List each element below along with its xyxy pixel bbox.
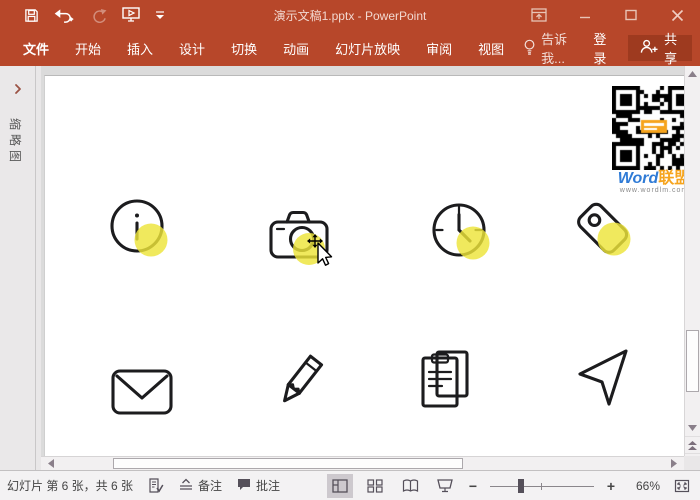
zoom-slider[interactable] — [490, 479, 594, 493]
close-button[interactable] — [654, 0, 700, 30]
undo-icon[interactable] — [54, 8, 76, 23]
pencil-icon[interactable] — [265, 346, 335, 416]
start-slideshow-icon[interactable] — [122, 7, 140, 23]
brand-word: Word — [618, 170, 659, 187]
scroll-up-icon[interactable] — [685, 66, 700, 82]
zoom-level[interactable]: 66% — [626, 479, 660, 493]
lightbulb-icon — [523, 39, 536, 58]
tab-transitions[interactable]: 切换 — [218, 30, 270, 66]
tab-review[interactable]: 审阅 — [413, 30, 465, 66]
ribbon-tab-row: 文件 开始 插入 设计 切换 动画 幻灯片放映 审阅 视图 告诉我... 登录 … — [0, 30, 700, 66]
camera-icon[interactable] — [265, 200, 335, 270]
horizontal-scroll-thumb[interactable] — [113, 458, 463, 469]
share-button[interactable]: 共享 — [628, 35, 692, 61]
slide-position-indicator[interactable]: 幻灯片 第 6 张，共 6 张 — [7, 477, 133, 494]
paper-plane-icon[interactable] — [565, 342, 635, 412]
clock-icon[interactable] — [427, 196, 497, 266]
powerpoint-window: 演示文稿1.pptx - PowerPoint 文件 开始 插入 设计 切换 动… — [0, 0, 700, 500]
expand-panel-chevron-icon[interactable] — [11, 82, 25, 96]
thumbnail-panel-label: 缩略图 — [7, 118, 24, 166]
tab-insert[interactable]: 插入 — [114, 30, 166, 66]
notes-label: 备注 — [198, 477, 222, 494]
info-circle-icon[interactable] — [105, 194, 175, 264]
vertical-scrollbar[interactable] — [684, 66, 700, 470]
zoom-slider-track[interactable] — [490, 486, 594, 487]
main-area: 缩略图 Word联盟 www.wordlm.com — [0, 66, 700, 470]
notes-toggle[interactable]: 备注 — [179, 477, 222, 494]
normal-view-button[interactable] — [327, 474, 353, 498]
tab-animations[interactable]: 动画 — [270, 30, 322, 66]
qr-code-image — [612, 86, 684, 170]
copy-documents-icon[interactable] — [411, 344, 481, 414]
title-bar: 演示文稿1.pptx - PowerPoint — [0, 0, 700, 30]
tab-design[interactable]: 设计 — [166, 30, 218, 66]
vertical-scroll-track[interactable] — [685, 82, 700, 420]
vertical-scroll-thumb[interactable] — [686, 330, 699, 392]
brand-suffix: 联盟 — [658, 170, 684, 187]
customize-qat-icon[interactable] — [155, 10, 165, 20]
maximize-button[interactable] — [608, 0, 654, 30]
status-bar-left: 幻灯片 第 6 张，共 6 张 备注 批注 — [7, 471, 280, 500]
qr-block[interactable]: Word联盟 www.wordlm.com — [610, 86, 684, 194]
login-button[interactable]: 登录 — [583, 30, 624, 66]
status-bar-right: − + 66% — [327, 471, 695, 500]
comments-label: 批注 — [256, 477, 280, 494]
window-controls — [516, 0, 700, 30]
save-icon[interactable] — [24, 8, 39, 23]
quick-access-toolbar — [24, 0, 165, 30]
zoom-out-button[interactable]: − — [467, 478, 479, 494]
fit-slide-to-window-button[interactable] — [669, 474, 695, 498]
redo-icon-disabled — [91, 8, 107, 23]
scroll-down-icon[interactable] — [685, 420, 700, 436]
share-person-icon — [640, 39, 658, 57]
slide-sorter-view-button[interactable] — [362, 474, 388, 498]
tab-view[interactable]: 视图 — [465, 30, 517, 66]
comments-toggle[interactable]: 批注 — [237, 477, 280, 494]
notes-icon — [179, 478, 193, 494]
status-bar: 幻灯片 第 6 张，共 6 张 备注 批注 — [0, 470, 700, 500]
share-label: 共享 — [664, 29, 680, 67]
minimize-button[interactable] — [562, 0, 608, 30]
mail-envelope-icon[interactable] — [107, 356, 177, 426]
tab-file[interactable]: 文件 — [10, 30, 62, 66]
scrollbar-corner — [684, 456, 700, 470]
slide-canvas-area: Word联盟 www.wordlm.com — [41, 66, 684, 456]
tab-slideshow[interactable]: 幻灯片放映 — [322, 30, 413, 66]
comment-icon — [237, 478, 251, 494]
zoom-in-button[interactable]: + — [605, 478, 617, 494]
proofing-icon[interactable] — [148, 478, 164, 493]
slide[interactable]: Word联盟 www.wordlm.com — [44, 75, 684, 456]
reading-view-button[interactable] — [397, 474, 423, 498]
zoom-slider-thumb[interactable] — [518, 479, 524, 493]
horizontal-scrollbar[interactable] — [41, 456, 684, 470]
thumbnail-panel-collapsed[interactable]: 缩略图 — [0, 66, 36, 470]
ribbon-display-options-icon[interactable] — [516, 0, 562, 30]
tell-me-label: 告诉我... — [541, 29, 577, 67]
previous-slide-button[interactable] — [685, 436, 700, 453]
slideshow-view-button[interactable] — [432, 474, 458, 498]
qr-url-text: www.wordlm.com — [610, 187, 684, 194]
tab-home[interactable]: 开始 — [62, 30, 114, 66]
qr-brand-text: Word联盟 — [610, 170, 684, 187]
tell-me-box[interactable]: 告诉我... — [517, 30, 583, 66]
zoom-slider-midpoint — [541, 483, 542, 490]
tag-icon[interactable] — [569, 194, 639, 264]
